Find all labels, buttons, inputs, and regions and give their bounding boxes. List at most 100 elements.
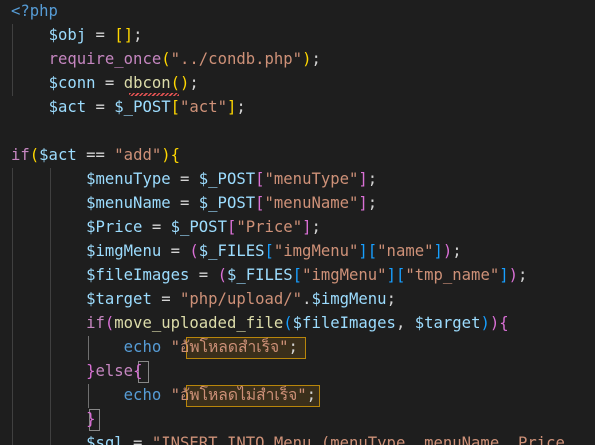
code-token: =	[170, 170, 199, 188]
code-token: $Price	[86, 218, 143, 236]
code-token: "add"	[114, 146, 162, 164]
code-token: move_uploaded_file	[114, 314, 284, 332]
code-token: =	[142, 218, 171, 236]
code-token: "Price"	[236, 218, 303, 236]
code-token: =	[170, 194, 199, 212]
code-token: =	[95, 74, 124, 92]
code-token: $act	[48, 98, 87, 116]
code-token: $sql	[86, 434, 124, 445]
code-line[interactable]: $Price = $_POST["Price"];	[11, 215, 321, 239]
code-token: "อัพโหลดสำเร็จ"	[170, 338, 289, 356]
code-line[interactable]: $target = "php/upload/".$imgMenu;	[11, 287, 396, 311]
code-token: [	[292, 266, 303, 284]
code-token: ]	[226, 98, 237, 116]
code-token: ;	[311, 218, 321, 236]
code-token: ]	[358, 170, 368, 188]
code-token: }	[86, 362, 96, 380]
code-line[interactable]: if(move_uploaded_file($fileImages, $targ…	[11, 311, 509, 335]
code-token: ;	[236, 98, 246, 116]
code-token: ]	[358, 242, 368, 260]
code-line[interactable]: echo "อัพโหลดไม่สำเร็จ";	[11, 383, 316, 407]
code-token: $obj	[48, 26, 87, 44]
code-token: )	[442, 242, 453, 260]
code-line[interactable]: }else{	[11, 359, 142, 383]
code-token: <?php	[11, 2, 58, 20]
code-token: $target	[86, 290, 152, 308]
code-token: $imgMenu	[86, 242, 162, 260]
code-token: "../condb.php"	[170, 50, 303, 68]
code-token: =	[151, 290, 180, 308]
code-token: $fileImages	[86, 266, 190, 284]
code-token: $imgMenu	[311, 290, 387, 308]
code-token: ]	[499, 266, 509, 284]
code-token: require_once	[48, 50, 162, 68]
code-line[interactable]: $menuName = $_POST["menuName"];	[11, 191, 377, 215]
code-token: $target	[414, 314, 481, 332]
code-line[interactable]: $fileImages = ($_FILES["imgMenu"]["tmp_n…	[11, 263, 527, 287]
code-token: $menuName	[86, 194, 171, 212]
code-token: [	[264, 242, 274, 260]
code-token: $_POST	[114, 98, 171, 116]
code-token: )	[180, 74, 190, 92]
code-line[interactable]: <?php	[11, 0, 58, 23]
code-token: $conn	[48, 74, 96, 92]
code-token: $_FILES	[198, 242, 265, 260]
code-line[interactable]: require_once("../condb.php");	[11, 47, 321, 71]
code-token: "imgMenu"	[273, 242, 359, 260]
code-token: ;	[367, 194, 378, 212]
code-editor[interactable]: <?php $obj = []; require_once("../condb.…	[0, 0, 595, 445]
code-line[interactable]: $obj = [];	[11, 23, 143, 47]
code-token: ;	[288, 338, 298, 356]
code-line[interactable]: echo "อัพโหลดสำเร็จ";	[11, 335, 298, 359]
code-token: [	[255, 170, 265, 188]
code-token: )	[480, 314, 490, 332]
code-line[interactable]: $sql = "INSERT INTO Menu (menuType, menu…	[11, 431, 565, 445]
code-token: )	[508, 266, 519, 284]
code-token: "menuName"	[264, 194, 359, 212]
code-token: $_POST	[170, 218, 227, 236]
code-token: ]	[358, 194, 368, 212]
code-line[interactable]: if($act == "add"){	[11, 143, 180, 167]
code-token: $_FILES	[226, 266, 293, 284]
code-token: ;	[452, 242, 462, 260]
code-line[interactable]: $menuType = $_POST["menuType"];	[11, 167, 377, 191]
code-token: ==	[76, 146, 115, 164]
code-token: $fileImages	[292, 314, 396, 332]
code-token: [	[255, 194, 265, 212]
code-line[interactable]: $imgMenu = ($_FILES["imgMenu"]["name"]);	[11, 239, 462, 263]
code-line[interactable]: $act = $_POST["act"];	[11, 95, 246, 119]
code-line[interactable]: }	[11, 407, 95, 431]
code-token: (	[161, 50, 171, 68]
code-token: )	[161, 146, 171, 164]
code-token: if	[86, 314, 105, 332]
code-token: ,	[395, 314, 415, 332]
code-token: (	[189, 242, 199, 260]
code-line[interactable]: $conn = dbcon();	[11, 71, 199, 95]
code-token: $menuType	[86, 170, 171, 188]
code-token: ;	[518, 266, 528, 284]
code-token: =	[189, 266, 218, 284]
code-token: [	[395, 266, 406, 284]
code-token: "imgMenu"	[302, 266, 387, 284]
code-token: =	[86, 98, 115, 116]
code-token: ;	[133, 26, 143, 44]
code-token: ;	[367, 170, 378, 188]
code-token: "act"	[180, 98, 227, 116]
code-token: )	[489, 314, 500, 332]
code-token: [	[226, 218, 237, 236]
code-token: "อัพโหลดไม่สำเร็จ"	[170, 386, 307, 404]
code-token: =	[86, 26, 115, 44]
